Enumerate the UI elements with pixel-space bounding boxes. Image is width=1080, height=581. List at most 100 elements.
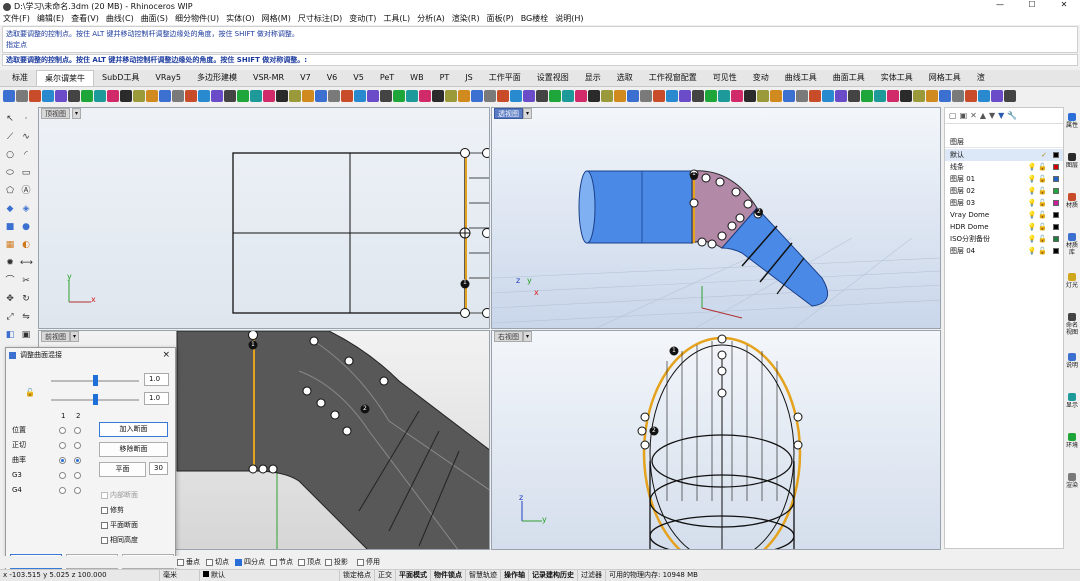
- menu-edit[interactable]: 编辑(E): [37, 13, 64, 25]
- tab-set-view[interactable]: 设置视图: [529, 70, 577, 86]
- point-icon[interactable]: ·: [20, 113, 32, 125]
- toolbar-command-icon[interactable]: [523, 89, 535, 102]
- toolbar-command-icon[interactable]: [913, 89, 925, 102]
- osnap-disable-checkbox[interactable]: [357, 559, 364, 566]
- mesh-icon[interactable]: ▦: [4, 239, 16, 251]
- toolbar-command-icon[interactable]: [133, 89, 145, 102]
- layer-color-swatch[interactable]: [1053, 212, 1059, 218]
- move-icon[interactable]: ✥: [4, 293, 16, 305]
- tab-render[interactable]: 渲: [969, 70, 993, 86]
- toolbar-command-icon[interactable]: [16, 89, 28, 102]
- toolbar-command-icon[interactable]: [679, 89, 691, 102]
- slider-1-value[interactable]: 1.0: [144, 373, 169, 386]
- layer-row[interactable]: 图层 04 💡🔓: [945, 245, 1063, 257]
- status-smarttrack[interactable]: 智慧轨迹: [466, 570, 501, 581]
- toolbar-command-icon[interactable]: [224, 89, 236, 102]
- osnap-tan-checkbox[interactable]: [206, 559, 213, 566]
- select-arrow-icon[interactable]: ↖: [4, 113, 16, 125]
- toolbar-command-icon[interactable]: [562, 89, 574, 102]
- toolbar-command-icon[interactable]: [42, 89, 54, 102]
- menu-tools[interactable]: 工具(L): [383, 13, 410, 25]
- flatten-value[interactable]: 30: [149, 462, 168, 475]
- status-grid-snap[interactable]: 锁定格点: [340, 570, 375, 581]
- right-panel-tab[interactable]: 显示: [1065, 393, 1079, 409]
- new-layer-icon[interactable]: ▢: [949, 111, 960, 120]
- right-panel-tab[interactable]: 材质: [1065, 193, 1079, 209]
- menu-help[interactable]: 说明(H): [555, 13, 583, 25]
- status-gumball[interactable]: 操作轴: [501, 570, 529, 581]
- same-height-checkbox[interactable]: [101, 537, 108, 544]
- viewport-top[interactable]: 顶视图 ▾ 1 y x: [38, 107, 490, 329]
- toolbar-command-icon[interactable]: [3, 89, 15, 102]
- osnap-perp-checkbox[interactable]: [177, 559, 184, 566]
- toolbar-command-icon[interactable]: [874, 89, 886, 102]
- toolbar-command-icon[interactable]: [276, 89, 288, 102]
- solid-box-icon[interactable]: ■: [4, 221, 16, 233]
- toolbar-command-icon[interactable]: [107, 89, 119, 102]
- toolbar-command-icon[interactable]: [692, 89, 704, 102]
- viewport-right[interactable]: 右视图 ▾ 1 2 z y: [491, 330, 941, 550]
- analyze-icon[interactable]: ◧: [4, 329, 16, 341]
- menu-panels[interactable]: 面板(P): [487, 13, 514, 25]
- osnap-project-checkbox[interactable]: [325, 559, 332, 566]
- add-section-button[interactable]: 加入断面: [99, 422, 168, 437]
- toolbar-command-icon[interactable]: [510, 89, 522, 102]
- toolbar-command-icon[interactable]: [939, 89, 951, 102]
- toolbar-command-icon[interactable]: [991, 89, 1003, 102]
- toolbar-command-icon[interactable]: [835, 89, 847, 102]
- layer-row[interactable]: Vray Dome 💡🔓: [945, 209, 1063, 221]
- layer-visibility-lock-icon[interactable]: 💡🔓: [1028, 173, 1049, 185]
- arc-icon[interactable]: ◜: [20, 149, 32, 161]
- toolbar-command-icon[interactable]: [328, 89, 340, 102]
- toolbar-command-icon[interactable]: [302, 89, 314, 102]
- menu-subd[interactable]: 细分物件(U): [175, 13, 219, 25]
- toolbar-command-icon[interactable]: [536, 89, 548, 102]
- flatten-button[interactable]: 平面: [99, 462, 146, 477]
- toolbar-command-icon[interactable]: [380, 89, 392, 102]
- toolbar-command-icon[interactable]: [783, 89, 795, 102]
- toolbar-command-icon[interactable]: [445, 89, 457, 102]
- right-panel-tab[interactable]: 灯光: [1065, 273, 1079, 289]
- toolbar-command-icon[interactable]: [211, 89, 223, 102]
- rectangle-icon[interactable]: ▭: [20, 167, 32, 179]
- layer-color-swatch[interactable]: [1053, 176, 1059, 182]
- radio-g3-2[interactable]: [74, 472, 81, 479]
- tab-viewport-layout[interactable]: 工作视窗配置: [641, 70, 705, 86]
- viewport-perspective[interactable]: 透视图 ▾ 2 1 z y x: [491, 107, 941, 329]
- osnap-knot-checkbox[interactable]: [270, 559, 277, 566]
- layer-row[interactable]: 图层 01 💡🔓: [945, 173, 1063, 185]
- toolbar-command-icon[interactable]: [770, 89, 782, 102]
- layer-color-swatch[interactable]: [1053, 188, 1059, 194]
- ellipse-icon[interactable]: ⬭: [4, 167, 16, 179]
- text-object-icon[interactable]: Ⓐ: [20, 185, 32, 197]
- current-layer-check-icon[interactable]: ✓: [1041, 149, 1049, 161]
- radio-position-2[interactable]: [74, 427, 81, 434]
- toolbar-command-icon[interactable]: [94, 89, 106, 102]
- layer-visibility-lock-icon[interactable]: 💡🔓: [1028, 185, 1049, 197]
- light-icon[interactable]: ✹: [4, 257, 16, 269]
- toolbar-command-icon[interactable]: [367, 89, 379, 102]
- toolbar-command-icon[interactable]: [575, 89, 587, 102]
- radio-tangent-1[interactable]: [59, 442, 66, 449]
- toolbar-command-icon[interactable]: [354, 89, 366, 102]
- tab-curve-tools[interactable]: 曲线工具: [777, 70, 825, 86]
- scale-icon[interactable]: ⤢: [4, 311, 16, 323]
- tab-wb[interactable]: WB: [402, 70, 431, 86]
- toolbar-command-icon[interactable]: [848, 89, 860, 102]
- menu-view[interactable]: 查看(V): [71, 13, 99, 25]
- tab-cplane[interactable]: 工作平面: [481, 70, 529, 86]
- move-down-icon[interactable]: ▼: [989, 111, 998, 120]
- fillet-icon[interactable]: ⌒: [4, 275, 16, 287]
- menu-render[interactable]: 渲染(R): [452, 13, 480, 25]
- layer-row[interactable]: 线条 💡🔓: [945, 161, 1063, 173]
- menu-solid[interactable]: 实体(O): [226, 13, 255, 25]
- filter-icon[interactable]: ▼: [998, 111, 1007, 120]
- radio-g4-2[interactable]: [74, 487, 81, 494]
- solid-sphere-icon[interactable]: ●: [20, 221, 32, 233]
- toolbar-command-icon[interactable]: [432, 89, 444, 102]
- layer-color-swatch[interactable]: [1053, 164, 1059, 170]
- tab-pt[interactable]: PT: [432, 70, 458, 86]
- menu-mesh[interactable]: 网格(M): [262, 13, 291, 25]
- wrench-icon[interactable]: 🔧: [1007, 111, 1020, 120]
- status-filter[interactable]: 过滤器: [578, 570, 606, 581]
